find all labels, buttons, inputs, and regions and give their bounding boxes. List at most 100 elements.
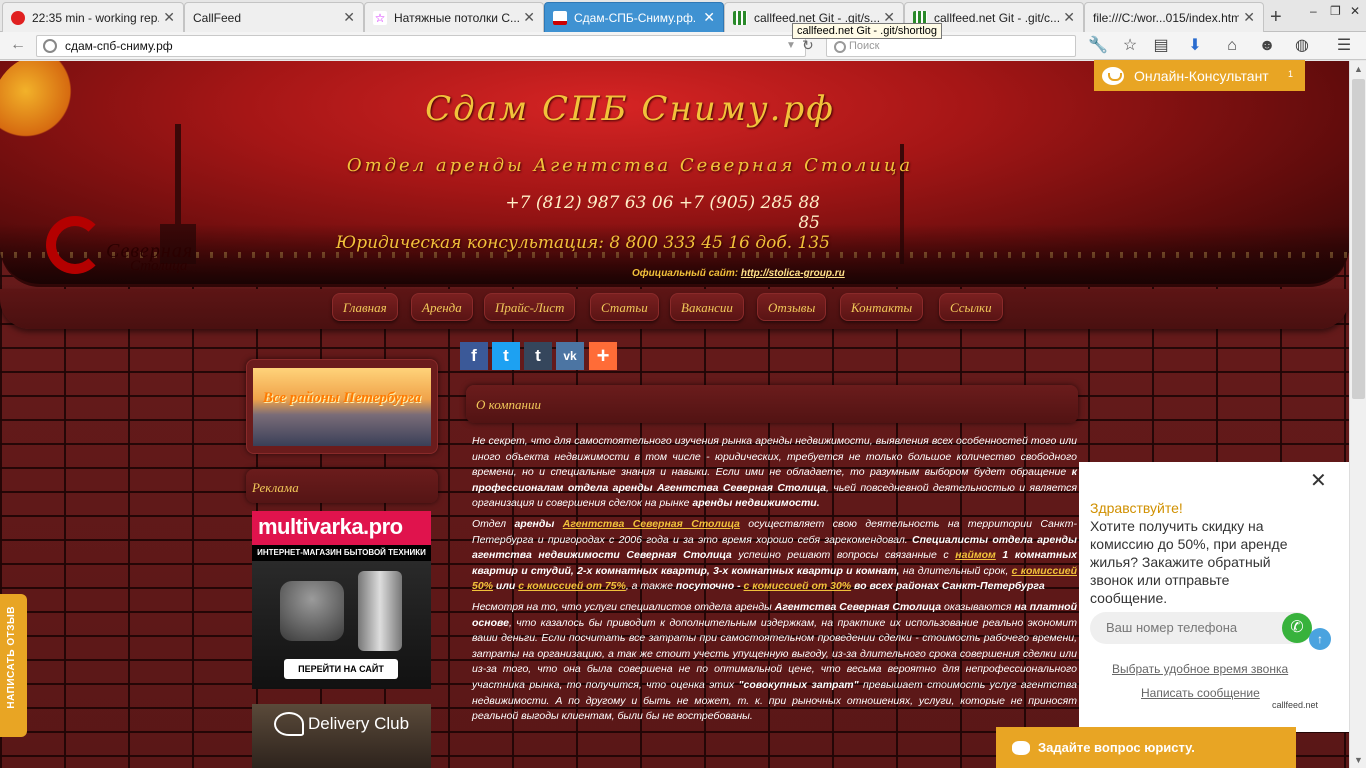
site-title: Сдам СПБ Сниму.рф (425, 89, 835, 129)
close-tab-icon[interactable]: ✕ (163, 9, 175, 26)
ad-go-to-site-button[interactable]: ПЕРЕЙТИ НА САЙТ (284, 659, 398, 679)
tab-working-report[interactable]: 22:35 min - working rep... ✕ (2, 2, 184, 32)
text: оказываются (941, 600, 1015, 613)
close-icon[interactable]: ✕ (1310, 468, 1327, 493)
tab-label: callfeed.net Git - .git/c... (934, 10, 1060, 25)
facebook-icon[interactable]: f (460, 342, 488, 370)
reload-icon[interactable]: ↻ (802, 37, 814, 54)
ad-delivery-club[interactable]: Delivery Club (252, 704, 431, 768)
online-consultant-button[interactable]: Онлайн-Консультант 1 (1094, 60, 1305, 91)
callback-message: Хотите получить скидку на комиссию до 50… (1090, 518, 1288, 606)
restore-icon[interactable]: ❐ (1330, 4, 1341, 18)
menu-icon[interactable]: ☰ (1334, 36, 1354, 56)
menu-item-contacts[interactable]: Контакты (840, 293, 924, 321)
close-tab-icon[interactable]: ✕ (343, 9, 355, 26)
new-tab-button[interactable]: + (1270, 6, 1282, 29)
tab-ceilings[interactable]: ☆ Натяжные потолки С... ✕ (364, 2, 544, 32)
menu-item-rent[interactable]: Аренда (411, 293, 473, 321)
rent-link[interactable]: наймом (955, 549, 996, 561)
menu-item-reviews[interactable]: Отзывы (757, 293, 827, 321)
window-close-icon[interactable]: ✕ (1350, 4, 1360, 18)
tumblr-icon[interactable]: t (524, 342, 552, 370)
back-arrow-icon[interactable]: ← (10, 36, 26, 54)
text: Отдел (472, 517, 515, 530)
scrollbar-thumb[interactable] (1352, 79, 1365, 399)
tab-label: CallFeed (193, 10, 242, 25)
menu-item-vacancies[interactable]: Вакансии (670, 293, 744, 321)
home-icon[interactable]: ⌂ (1222, 36, 1242, 56)
star-icon: ☆ (373, 10, 387, 25)
close-tab-icon[interactable]: ✕ (703, 9, 715, 26)
text: во всех районах Санкт-Петербурга (851, 580, 1045, 593)
site-subtitle: Отдел аренды Агентства Северная Столица (346, 155, 914, 176)
header-banner: Северная Столица Сдам СПБ Сниму.рф Отдел… (0, 61, 1349, 287)
tab-label: file:///C:/wor...015/index.html (1093, 10, 1240, 25)
text: посуточно - (675, 580, 744, 593)
menu-item-price-list[interactable]: Прайс-Лист (484, 293, 576, 321)
phone-numbers: +7 (812) 987 63 06 +7 (905) 285 88 85 (505, 193, 820, 233)
scroll-up-icon[interactable]: ▲ (1354, 64, 1363, 74)
write-review-tab[interactable]: НАПИСАТЬ ОТЗЫВ (0, 594, 27, 737)
text: аренды (514, 517, 555, 530)
chat-bubble-icon (1012, 740, 1030, 755)
tab-local-file[interactable]: file:///C:/wor...015/index.html ✕ (1084, 2, 1264, 32)
tab-sdam-spb[interactable]: Сдам-СПБ-Сниму.рф. ... ✕ (544, 2, 724, 32)
minimize-icon[interactable]: – (1310, 4, 1317, 18)
online-consultant-label: Онлайн-Консультант (1134, 67, 1269, 84)
call-button[interactable]: ✆ (1282, 613, 1312, 643)
chat-icon[interactable]: ☻ (1257, 36, 1277, 56)
juicer-image (358, 571, 402, 651)
twitter-icon[interactable]: t (492, 342, 520, 370)
write-review-label: НАПИСАТЬ ОТЗЫВ (6, 606, 17, 709)
text: Не секрет, что для самостоятельного изуч… (472, 435, 1077, 479)
logo-text: Столица (130, 258, 188, 274)
close-tab-icon[interactable]: ✕ (1243, 9, 1255, 26)
ad-subtitle: ИНТЕРНЕТ-МАГАЗИН БЫТОВОЙ ТЕХНИКИ (252, 545, 431, 561)
close-tab-icon[interactable]: ✕ (1063, 9, 1075, 26)
tab-label: Натяжные потолки С... (394, 10, 520, 25)
download-icon[interactable]: ⬇ (1185, 36, 1205, 56)
site-favicon-icon (553, 10, 567, 25)
close-tab-icon[interactable]: ✕ (523, 9, 535, 26)
commission-75-link[interactable]: с комиссией от 75% (518, 580, 626, 592)
scroll-down-icon[interactable]: ▼ (1354, 755, 1363, 765)
arrow-up-icon: ↑ (1317, 632, 1323, 646)
choose-call-time-link[interactable]: Выбрать удобное время звонка (1112, 662, 1288, 676)
extension-icon[interactable]: ◍ (1292, 36, 1312, 56)
paragraph: Не секрет, что для самостоятельного изуч… (472, 434, 1077, 512)
text: или (493, 580, 519, 593)
text: , а также (625, 580, 676, 593)
url-dropdown-icon[interactable]: ▼ (786, 40, 796, 51)
phone-number-input[interactable]: Ваш номер телефона (1090, 612, 1312, 644)
share-more-icon[interactable]: + (589, 342, 617, 370)
url-text: сдам-спб-сниму.рф (65, 39, 173, 53)
ad-multivarka[interactable]: multivarka.pro ИНТЕРНЕТ-МАГАЗИН БЫТОВОЙ … (252, 511, 431, 689)
menu-item-links[interactable]: Ссылки (939, 293, 1003, 321)
tab-callfeed[interactable]: CallFeed ✕ (184, 2, 364, 32)
multicooker-image (280, 581, 344, 641)
ask-lawyer-button[interactable]: Задайте вопрос юристу. (996, 727, 1296, 768)
text: аренды недвижимости. (692, 497, 820, 510)
callfeed-brand[interactable]: callfeed.net (1272, 700, 1318, 710)
text: на длительный срок, (899, 564, 1012, 577)
bookmark-star-icon[interactable]: ☆ (1120, 36, 1140, 56)
wrench-icon[interactable]: 🔧 (1088, 36, 1108, 56)
official-site-link[interactable]: http://stolica-group.ru (741, 268, 845, 279)
page-scrollbar[interactable]: ▲ ▼ (1349, 61, 1366, 768)
menu-item-articles[interactable]: Статьи (590, 293, 659, 321)
menu-item-home[interactable]: Главная (332, 293, 398, 321)
commission-30-link[interactable]: с комиссией от 30% (744, 580, 852, 592)
legal-consultation: Юридическая консультация: 8 800 333 45 1… (335, 233, 830, 253)
text: Агентства Северная Столица (774, 600, 942, 613)
logo[interactable]: Северная Столица (46, 216, 216, 276)
agency-link[interactable]: Агентства Северная Столица (563, 518, 740, 530)
districts-banner[interactable]: Все районы Петербурга (253, 368, 431, 446)
reading-list-icon[interactable]: ▤ (1151, 36, 1171, 56)
official-site: Официальный сайт: http://stolica-group.r… (632, 268, 845, 279)
vk-icon[interactable]: vk (556, 342, 584, 370)
paragraph: Отдел аренды Агентства Северная Столица … (472, 517, 1077, 595)
ask-lawyer-label: Задайте вопрос юристу. (1038, 740, 1195, 755)
address-bar[interactable]: сдам-спб-сниму.рф (36, 35, 806, 57)
scroll-up-button[interactable]: ↑ (1309, 628, 1331, 650)
write-message-link[interactable]: Написать сообщение (1141, 686, 1260, 700)
